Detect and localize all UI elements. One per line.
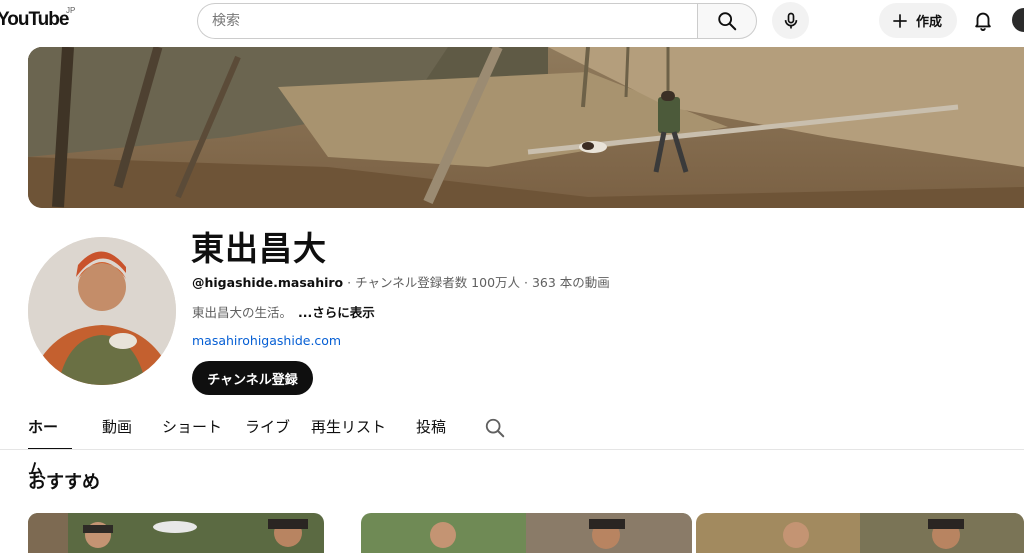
tab-posts[interactable]: 投稿: [416, 406, 446, 450]
subscribe-button[interactable]: チャンネル登録: [192, 361, 313, 395]
logo-region-label: JP: [66, 6, 76, 15]
search-button[interactable]: [697, 3, 757, 39]
channel-banner: [28, 47, 1024, 208]
bell-icon: [975, 12, 991, 31]
video-thumbnail[interactable]: [361, 513, 692, 553]
description-text: 東出昌大の生活。: [192, 305, 293, 320]
channel-handle: @higashide.masahiro: [192, 275, 344, 290]
voice-search-button[interactable]: [772, 2, 809, 39]
channel-meta: @higashide.masahiro · チャンネル登録者数 100万人 · …: [192, 272, 610, 291]
section-title: おすすめ: [28, 472, 100, 493]
thumbnail-image: [361, 513, 692, 553]
create-button[interactable]: 作成: [879, 3, 957, 38]
create-label: 作成: [916, 15, 943, 30]
search-box: [197, 3, 698, 39]
subscriber-count: チャンネル登録者数 100万人: [355, 275, 521, 290]
meta-separator: ·: [343, 275, 356, 290]
meta-separator: ·: [520, 275, 532, 290]
tab-live[interactable]: ライブ: [245, 406, 290, 450]
youtube-logo[interactable]: YouTube: [0, 9, 69, 31]
thumbnail-image: [28, 513, 324, 553]
channel-name: 東出昌大: [191, 229, 327, 268]
channel-search-icon[interactable]: [484, 417, 506, 439]
account-avatar[interactable]: [1012, 8, 1024, 32]
channel-avatar[interactable]: [28, 237, 176, 385]
avatar-image: [28, 237, 176, 385]
notifications-button[interactable]: [968, 5, 998, 35]
video-thumbnail[interactable]: [28, 513, 324, 553]
search-icon: [718, 12, 737, 31]
logo-text: YouTube: [0, 9, 69, 30]
tab-playlists[interactable]: 再生リスト: [311, 406, 386, 450]
channel-website-link[interactable]: masahirohigashide.com: [192, 333, 341, 348]
show-more-link[interactable]: ...さらに表示: [298, 305, 375, 320]
tab-shorts[interactable]: ショート: [162, 406, 222, 450]
banner-image: [28, 47, 1024, 208]
microphone-icon: [784, 12, 797, 28]
channel-tabs: ホーム 動画 ショート ライブ 再生リスト 投稿: [28, 406, 446, 478]
tab-videos[interactable]: 動画: [102, 406, 132, 450]
search-input[interactable]: [212, 4, 682, 38]
top-bar: YouTube JP 作成: [0, 0, 1024, 42]
plus-icon: [893, 13, 907, 28]
tabs-divider: [0, 449, 1024, 450]
channel-description[interactable]: 東出昌大の生活。 ...さらに表示: [192, 302, 375, 321]
video-thumbnail[interactable]: [696, 513, 1024, 553]
video-count: 363 本の動画: [531, 275, 610, 290]
tab-home[interactable]: ホーム: [28, 406, 72, 478]
thumbnail-image: [696, 513, 1024, 553]
